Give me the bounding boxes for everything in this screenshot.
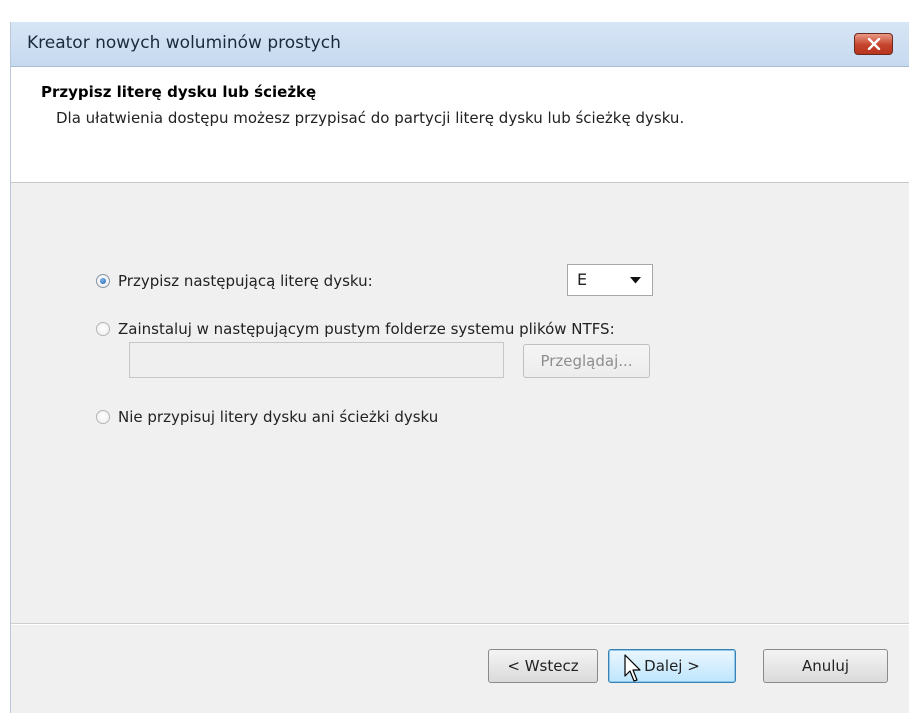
drive-letter-select[interactable]: E: [567, 264, 653, 296]
folder-path-input[interactable]: [129, 342, 504, 378]
radio-assign-letter[interactable]: [96, 274, 110, 288]
close-button[interactable]: [854, 33, 893, 55]
option-mount-folder[interactable]: Zainstaluj w następującym pustym folderz…: [96, 320, 615, 338]
chevron-down-icon: [630, 277, 641, 284]
option-no-assign[interactable]: Nie przypisuj litery dysku ani ścieżki d…: [96, 408, 438, 426]
radio-mount-folder[interactable]: [96, 322, 110, 336]
page-title: Przypisz literę dysku lub ścieżkę: [41, 83, 317, 101]
option-mount-folder-label: Zainstaluj w następującym pustym folderz…: [118, 320, 615, 338]
option-assign-letter[interactable]: Przypisz następującą literę dysku:: [96, 272, 373, 290]
browse-button[interactable]: Przeglądaj...: [523, 344, 650, 378]
radio-no-assign[interactable]: [96, 410, 110, 424]
option-no-assign-label: Nie przypisuj litery dysku ani ścieżki d…: [118, 408, 439, 426]
window-title: Kreator nowych woluminów prostych: [27, 33, 341, 53]
wizard-header: Przypisz literę dysku lub ścieżkę Dla uł…: [11, 67, 909, 183]
mouse-cursor-icon: [624, 654, 641, 682]
title-bar[interactable]: Kreator nowych woluminów prostych: [11, 22, 909, 67]
close-icon: [867, 38, 881, 50]
page-description: Dla ułatwienia dostępu możesz przypisać …: [56, 109, 685, 127]
option-assign-letter-label: Przypisz następującą literę dysku:: [118, 272, 373, 290]
back-button[interactable]: < Wstecz: [488, 649, 598, 683]
wizard-window: Kreator nowych woluminów prostych Przypi…: [10, 22, 909, 713]
cancel-button[interactable]: Anuluj: [763, 649, 888, 683]
footer-separator: [11, 623, 909, 625]
drive-letter-value: E: [577, 270, 588, 289]
